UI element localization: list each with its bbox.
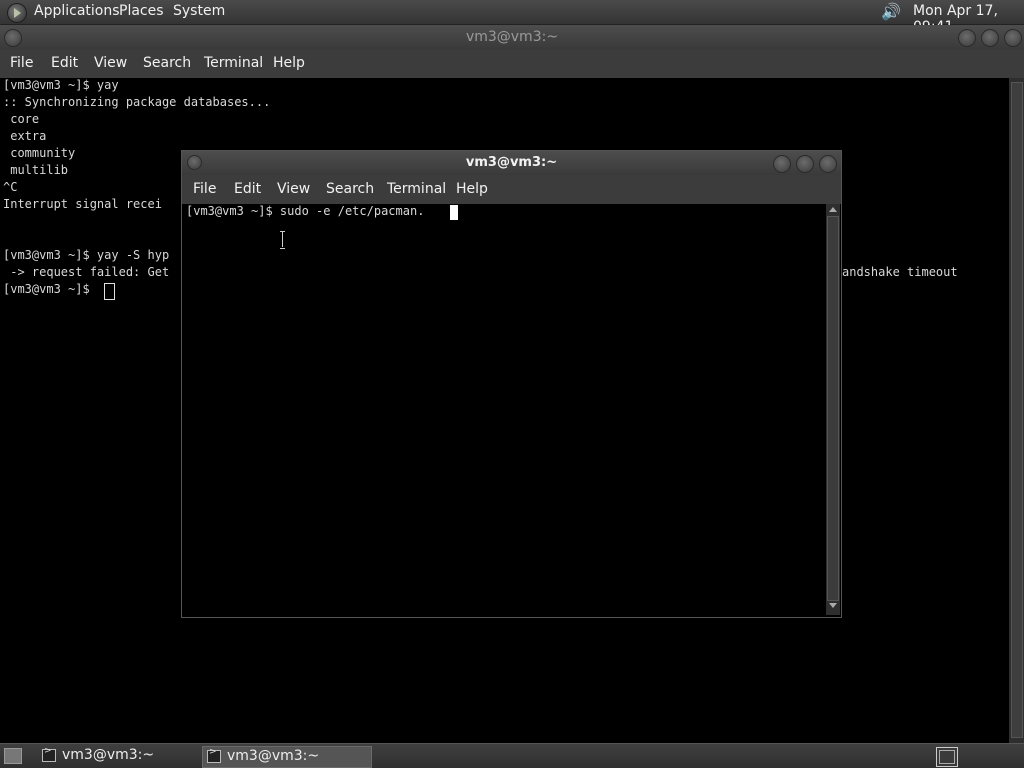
back-window-title: vm3@vm3:~ — [465, 29, 559, 45]
scroll-up-icon[interactable] — [829, 207, 837, 212]
menu-view[interactable]: View — [277, 181, 310, 197]
scrollbar-thumb[interactable] — [1011, 82, 1023, 738]
minimize-button[interactable] — [958, 29, 976, 47]
terminal-line: ^C — [3, 180, 18, 194]
minimize-button[interactable] — [773, 155, 791, 173]
menu-file[interactable]: File — [193, 181, 216, 197]
menu-file[interactable]: File — [10, 55, 33, 71]
menu-search[interactable]: Search — [326, 181, 374, 197]
terminal-line: [vm3@vm3 ~]$ yay -S hyp — [3, 248, 170, 262]
terminal-icon — [42, 746, 56, 762]
scrollbar-thumb[interactable] — [827, 216, 839, 601]
terminal-line: [vm3@vm3 ~]$ — [3, 282, 97, 296]
terminal-line: extra — [3, 129, 47, 143]
applications-menu[interactable]: Applications — [34, 3, 120, 19]
front-window-title: vm3@vm3:~ — [465, 155, 558, 170]
terminal-prompt-line: [vm3@vm3 ~]$ sudo -e /etc/pacman. — [186, 204, 425, 218]
close-button[interactable] — [1004, 29, 1022, 47]
taskbar-item-active[interactable]: vm3@vm3:~ — [202, 746, 372, 768]
front-window-menubar: File Edit View Search Terminal Help — [182, 175, 841, 204]
maximize-button[interactable] — [796, 155, 814, 173]
menu-search[interactable]: Search — [143, 55, 191, 71]
front-terminal-output[interactable]: [vm3@vm3 ~]$ sudo -e /etc/pacman. — [183, 204, 826, 615]
terminal-line: Interrupt signal recei — [3, 197, 162, 211]
menu-help[interactable]: Help — [456, 181, 488, 197]
terminal-cursor — [450, 205, 458, 220]
distro-logo-icon[interactable] — [7, 3, 27, 23]
menu-edit[interactable]: Edit — [51, 55, 78, 71]
system-menu[interactable]: System — [173, 3, 225, 19]
back-window-titlebar[interactable]: vm3@vm3:~ — [0, 25, 1024, 49]
taskbar-item-label: vm3@vm3:~ — [62, 747, 155, 763]
taskbar-item[interactable]: vm3@vm3:~ — [38, 746, 198, 766]
volume-icon[interactable]: 🔊 — [881, 2, 903, 22]
menu-help[interactable]: Help — [273, 55, 305, 71]
front-scrollbar[interactable] — [826, 204, 840, 615]
close-button[interactable] — [819, 155, 837, 173]
back-scrollbar[interactable] — [1009, 78, 1024, 743]
terminal-cursor — [104, 283, 115, 300]
bottom-panel: vm3@vm3:~ vm3@vm3:~ — [0, 743, 1024, 768]
top-panel: Applications Places System 🔊 Mon Apr 17,… — [0, 0, 1024, 35]
back-window-menubar: File Edit View Search Terminal Help — [0, 49, 1024, 78]
terminal-icon — [207, 747, 221, 763]
terminal-line-fragment: andshake timeout — [842, 265, 958, 279]
places-menu[interactable]: Places — [119, 3, 164, 19]
menu-terminal[interactable]: Terminal — [387, 181, 446, 197]
show-desktop-icon[interactable] — [4, 748, 22, 764]
menu-view[interactable]: View — [94, 55, 127, 71]
terminal-line: -> request failed: Get — [3, 265, 170, 279]
terminal-line: multilib — [3, 163, 69, 177]
terminal-line: :: Synchronizing package databases... — [3, 95, 271, 109]
front-window-titlebar[interactable]: vm3@vm3:~ — [182, 151, 841, 175]
terminal-line: community — [3, 146, 76, 160]
front-terminal-window: vm3@vm3:~ File Edit View Search Terminal… — [182, 151, 841, 617]
mouse-ibeam-cursor-icon — [280, 231, 286, 249]
workspace-switcher-icon[interactable] — [936, 747, 958, 767]
menu-terminal[interactable]: Terminal — [204, 55, 263, 71]
menu-edit[interactable]: Edit — [234, 181, 261, 197]
terminal-line: core — [3, 112, 40, 126]
terminal-line: [vm3@vm3 ~]$ yay — [3, 78, 119, 92]
maximize-button[interactable] — [981, 29, 999, 47]
scroll-down-icon[interactable] — [829, 603, 837, 608]
taskbar-item-label: vm3@vm3:~ — [227, 748, 320, 764]
